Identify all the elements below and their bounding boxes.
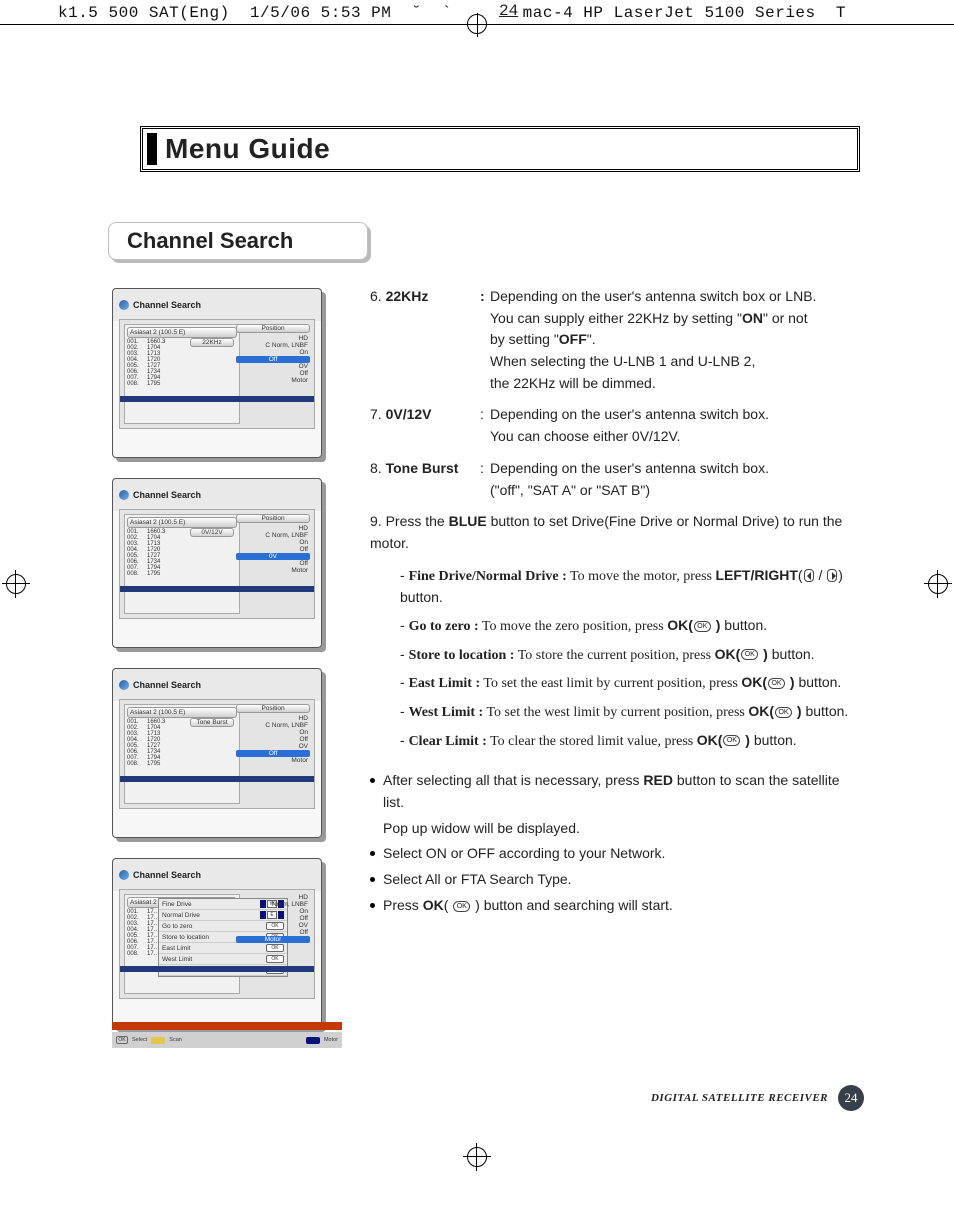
right-arrow-icon <box>827 569 837 582</box>
ok-button-icon: OK <box>775 707 792 718</box>
ok-button-icon: OK <box>694 621 711 632</box>
bullet-dot-icon <box>370 877 375 882</box>
bullet-dot-icon <box>370 851 375 856</box>
page-number-top: 24 <box>499 2 518 20</box>
item-drive: 9. Press the BLUE button to set Drive(Fi… <box>370 511 864 554</box>
registration-mark-top <box>467 14 487 34</box>
item-22khz: 6. 22KHz : Depending on the user's anten… <box>370 286 864 394</box>
bullet-dot-icon <box>370 903 375 908</box>
option-tone-burst: Tone Burst <box>190 718 234 727</box>
item-0v12v-desc: Depending on the user's antenna switch b… <box>490 404 864 447</box>
page-title: Menu Guide <box>165 133 330 165</box>
position-button: Position <box>236 324 310 333</box>
title-accent-bar <box>147 133 157 165</box>
item-tone-burst: 8. Tone Burst : Depending on the user's … <box>370 458 864 501</box>
item-22khz-desc: Depending on the user's antenna switch b… <box>490 286 864 394</box>
right-options: Position HD C Norm, LNBF On Off OV Off M… <box>236 324 310 424</box>
screenshot-22khz: Channel Search Asiasat 2 (100.5 E) 001.1… <box>112 288 322 458</box>
content-column: 6. 22KHz : Depending on the user's anten… <box>370 286 864 921</box>
screenshot-column: Channel Search Asiasat 2 (100.5 E) 001.1… <box>112 288 342 1048</box>
print-meta-text: k1.5 500 SAT(Eng) 1/5/06 5:53 PM ˘ ` mac… <box>58 4 846 22</box>
screenshot-drive-popup: Channel Search Asiasat 2 (100.5 E) 001.1… <box>112 858 322 1028</box>
left-arrow-icon <box>804 569 814 582</box>
globe-icon <box>119 490 129 500</box>
page-footer: DIGITAL SATELLITE RECEIVER 24 <box>651 1085 864 1111</box>
section-heading: Channel Search <box>127 228 293 254</box>
screenshot-tone-burst: Channel Search Asiasat 2 (100.5 E) 001.1… <box>112 668 322 838</box>
footer-label: DIGITAL SATELLITE RECEIVER <box>651 1092 828 1104</box>
bullet-dot-icon <box>370 778 375 783</box>
item-0v12v: 7. 0V/12V : Depending on the user's ante… <box>370 404 864 447</box>
drive-sub-list: - Fine Drive/Normal Drive : To move the … <box>370 565 864 753</box>
crop-mark-top: 24 <box>0 22 954 48</box>
registration-mark-bottom <box>465 1145 489 1169</box>
satellite-name: Asiasat 2 (100.5 E) <box>127 327 237 338</box>
globe-icon <box>119 870 129 880</box>
item-tone-burst-desc: Depending on the user's antenna switch b… <box>490 458 864 501</box>
registration-mark-left <box>4 572 28 596</box>
globe-icon <box>119 680 129 690</box>
page-title-box: Menu Guide <box>142 128 858 170</box>
page-number-circle: 24 <box>838 1085 864 1111</box>
ok-button-icon: OK <box>741 649 758 660</box>
ok-button-icon: OK <box>768 678 785 689</box>
registration-mark-right <box>926 572 950 596</box>
ok-button-icon: OK <box>723 735 740 746</box>
option-22khz: 22KHz <box>190 338 234 347</box>
option-0v12v: 0V/12V <box>190 528 234 537</box>
globe-icon <box>119 300 129 310</box>
screenshot-title: Channel Search <box>133 300 201 310</box>
section-heading-pill: Channel Search <box>108 222 368 260</box>
screenshot-0v12v: Channel Search Asiasat 2 (100.5 E) 001.1… <box>112 478 322 648</box>
ok-button-icon: OK <box>453 901 470 912</box>
final-bullets: After selecting all that is necessary, p… <box>370 770 864 916</box>
